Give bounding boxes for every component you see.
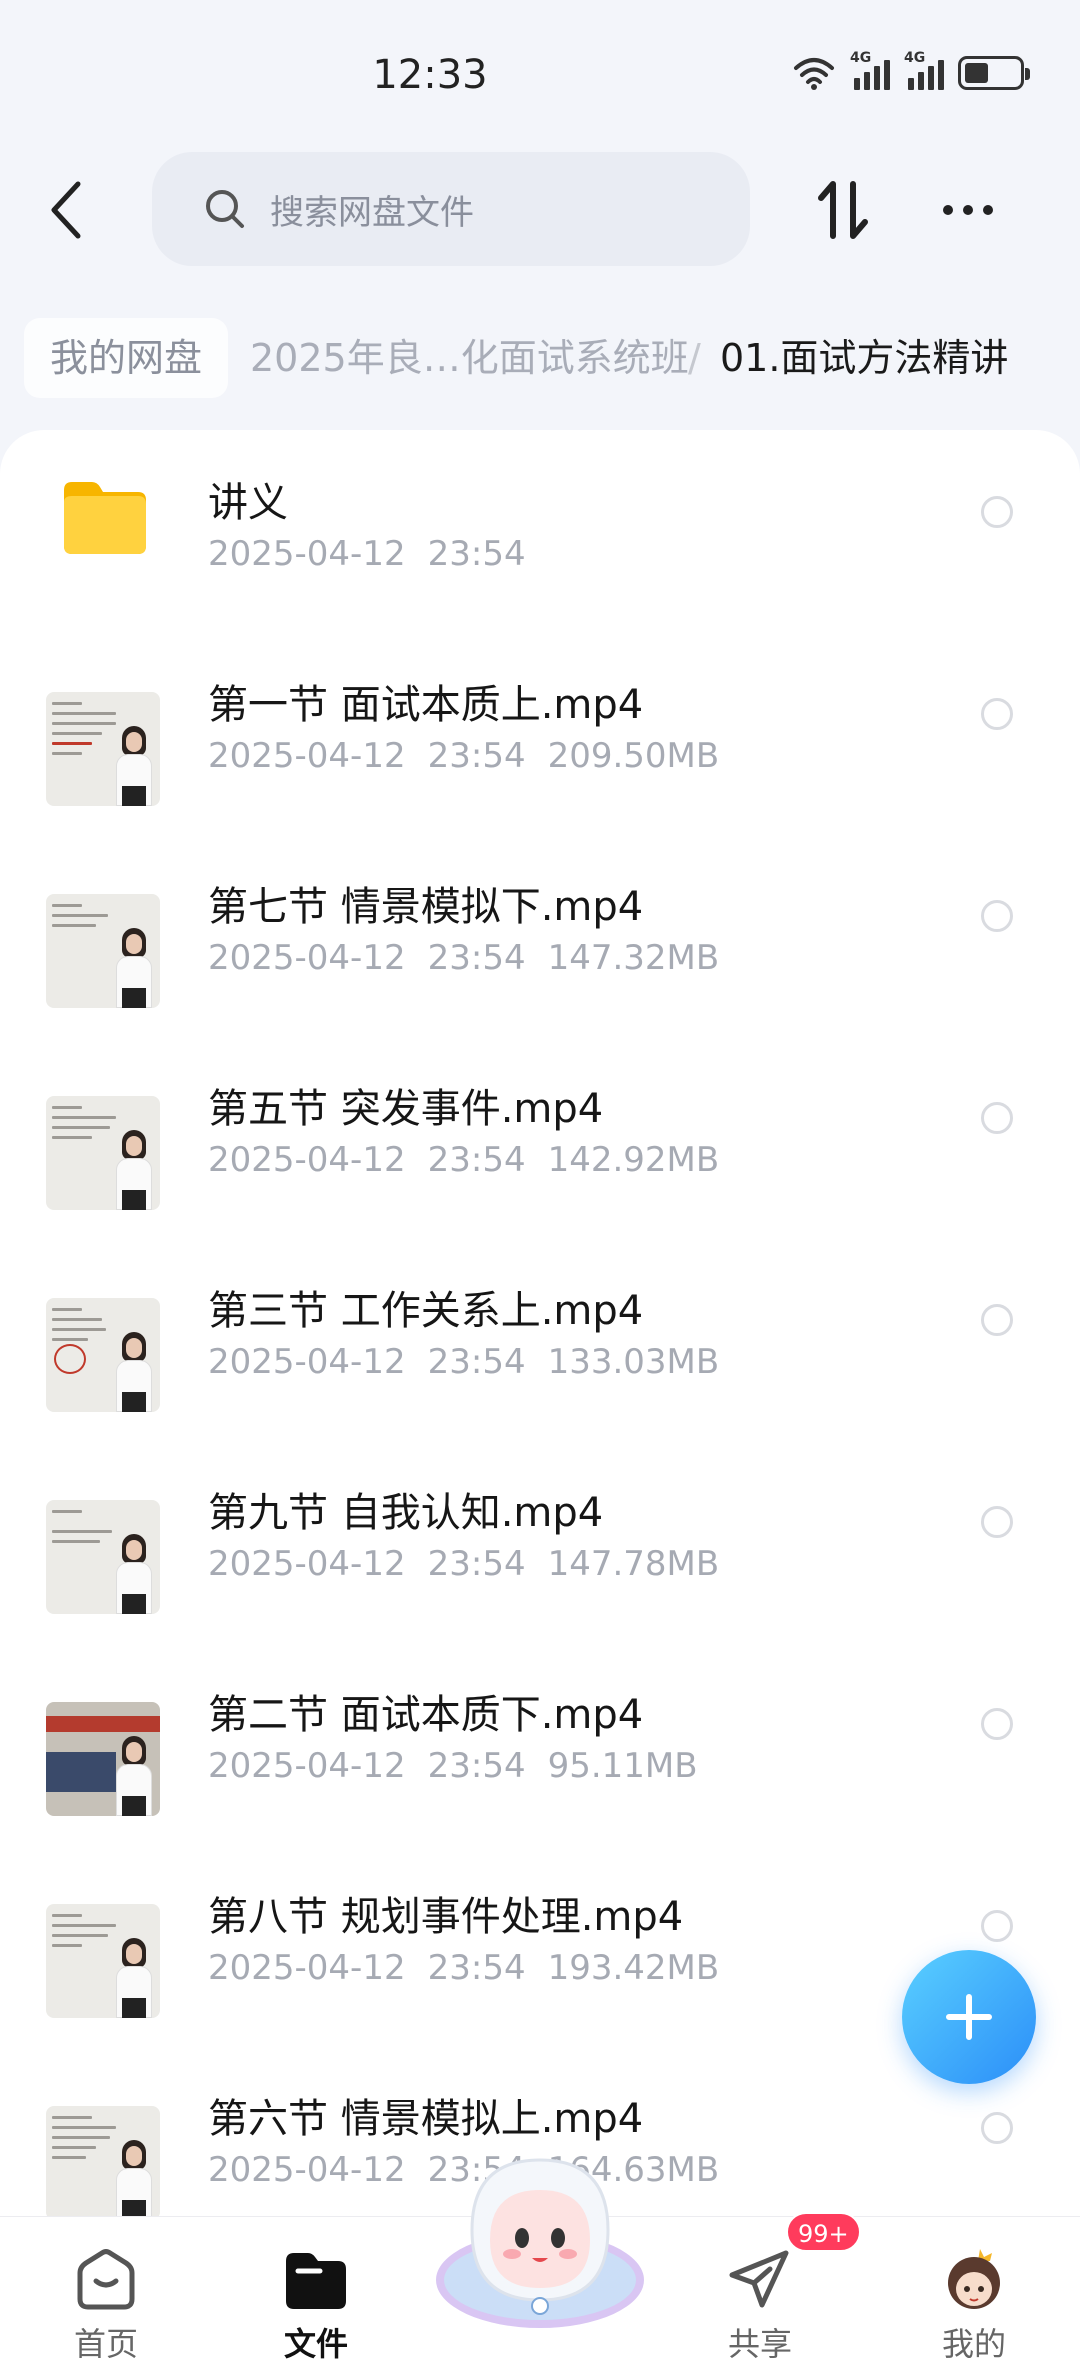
list-item[interactable]: 第九节 自我认知.mp4 2025-04-12 23:54 147.78MB [0, 1440, 1080, 1642]
mascot-icon[interactable] [432, 2150, 648, 2330]
file-meta: 2025-04-12 23:54 209.50MB [208, 736, 720, 776]
breadcrumb-root[interactable]: 我的网盘 [24, 318, 229, 398]
video-thumbnail [46, 2106, 160, 2220]
video-thumbnail [46, 1500, 160, 1614]
status-icons: 4G 4G [792, 50, 1030, 90]
select-radio[interactable] [981, 1910, 1013, 1942]
avatar-icon [948, 2249, 1000, 2309]
more-button[interactable] [930, 174, 1006, 246]
video-thumbnail [46, 1904, 160, 2018]
select-radio[interactable] [981, 1708, 1013, 1740]
list-item[interactable]: 第二节 面试本质下.mp4 2025-04-12 23:54 95.11MB [0, 1642, 1080, 1844]
select-radio[interactable] [981, 1102, 1013, 1134]
battery-icon [958, 56, 1030, 90]
video-thumbnail [46, 894, 160, 1008]
sort-button[interactable] [808, 174, 878, 246]
select-radio[interactable] [981, 698, 1013, 730]
nav-item-profile[interactable]: 我的 [904, 2237, 1044, 2367]
breadcrumb-current: 01.面试方法精讲 [720, 336, 1009, 380]
file-name: 第六节 情景模拟上.mp4 [208, 2096, 644, 2142]
list-item[interactable]: 第三节 工作关系上.mp4 2025-04-12 23:54 133.03MB [0, 1238, 1080, 1440]
breadcrumb-parent[interactable]: 2025年良…化面试系统班 [250, 318, 689, 398]
breadcrumb: 我的网盘 2025年良…化面试系统班 / 01.面试方法精讲 [0, 310, 1080, 410]
nav-item-home[interactable]: 首页 [36, 2237, 176, 2367]
share-badge: 99+ [786, 2212, 861, 2252]
top-bar: 搜索网盘文件 [0, 150, 1080, 270]
folder-icon [64, 482, 146, 554]
select-radio[interactable] [981, 1304, 1013, 1336]
back-arrow-icon [51, 181, 81, 239]
add-button[interactable] [902, 1950, 1036, 2084]
plus-icon [946, 1994, 992, 2040]
nav-label: 首页 [73, 2325, 138, 2363]
search-placeholder: 搜索网盘文件 [270, 192, 474, 233]
status-time: 12:33 [372, 52, 488, 98]
file-meta: 2025-04-12 23:54 142.92MB [208, 1140, 720, 1180]
select-radio[interactable] [981, 496, 1013, 528]
folder-icon [286, 2253, 346, 2309]
signal-icon: 4G [904, 50, 944, 90]
file-name: 第五节 突发事件.mp4 [208, 1086, 604, 1132]
video-thumbnail [46, 1702, 160, 1816]
sort-icon [818, 181, 868, 239]
select-radio[interactable] [981, 900, 1013, 932]
nav-label: 文件 [283, 2325, 348, 2363]
video-thumbnail [46, 1298, 160, 1412]
search-input[interactable]: 搜索网盘文件 [152, 152, 750, 266]
share-plane-icon [729, 2250, 789, 2308]
file-meta: 2025-04-12 23:54 [208, 534, 526, 574]
search-icon [206, 190, 244, 228]
status-bar: 12:33 4G 4G [0, 0, 1080, 150]
more-icon [943, 205, 953, 215]
file-meta: 2025-04-12 23:54 147.32MB [208, 938, 720, 978]
list-item[interactable]: 第五节 突发事件.mp4 2025-04-12 23:54 142.92MB [0, 1036, 1080, 1238]
nav-label: 共享 [727, 2325, 792, 2363]
breadcrumb-separator: / [688, 336, 701, 380]
file-meta: 2025-04-12 23:54 193.42MB [208, 1948, 720, 1988]
file-name: 第七节 情景模拟下.mp4 [208, 884, 644, 930]
file-name: 第二节 面试本质下.mp4 [208, 1692, 644, 1738]
nav-item-share[interactable]: 共享 [690, 2237, 830, 2367]
signal-icon: 4G [850, 50, 890, 90]
video-thumbnail [46, 692, 160, 806]
file-list: 讲义 2025-04-12 23:54 第一节 面试本质上.mp4 2025-04… [0, 430, 1080, 2220]
wifi-icon [794, 58, 834, 90]
file-name: 讲义 [208, 480, 288, 526]
file-meta: 2025-04-12 23:54 133.03MB [208, 1342, 720, 1382]
file-meta: 2025-04-12 23:54 147.78MB [208, 1544, 720, 1584]
file-name: 第八节 规划事件处理.mp4 [208, 1894, 684, 1940]
nav-item-files[interactable]: 文件 [246, 2237, 386, 2367]
list-item[interactable]: 讲义 2025-04-12 23:54 [0, 430, 1080, 632]
nav-label: 我的 [941, 2325, 1006, 2363]
select-radio[interactable] [981, 1506, 1013, 1538]
home-icon [77, 2249, 135, 2310]
video-thumbnail [46, 1096, 160, 1210]
file-name: 第三节 工作关系上.mp4 [208, 1288, 644, 1334]
list-item[interactable]: 第一节 面试本质上.mp4 2025-04-12 23:54 209.50MB [0, 632, 1080, 834]
back-button[interactable] [36, 174, 96, 246]
file-name: 第九节 自我认知.mp4 [208, 1490, 604, 1536]
select-radio[interactable] [981, 2112, 1013, 2144]
list-item[interactable]: 第七节 情景模拟下.mp4 2025-04-12 23:54 147.32MB [0, 834, 1080, 1036]
file-meta: 2025-04-12 23:54 95.11MB [208, 1746, 698, 1786]
file-name: 第一节 面试本质上.mp4 [208, 682, 644, 728]
